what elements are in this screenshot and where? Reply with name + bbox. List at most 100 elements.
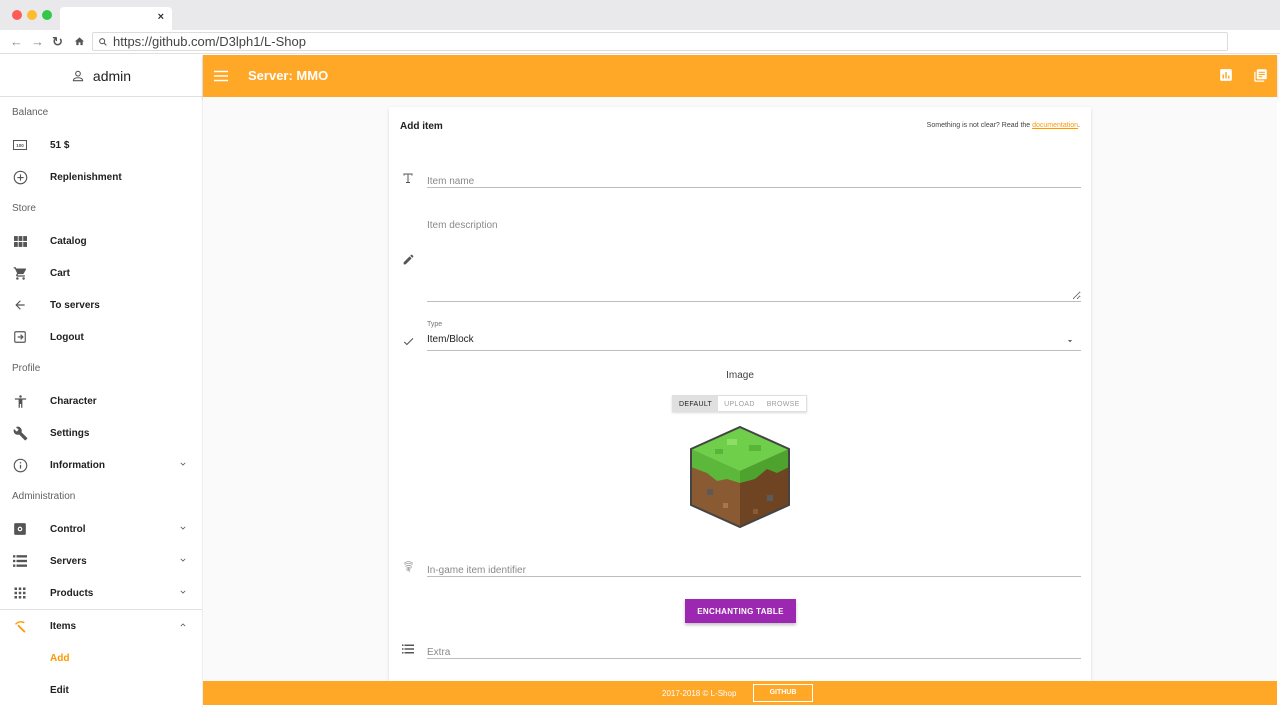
extra-field xyxy=(427,642,1081,659)
control-icon xyxy=(12,521,28,537)
chart-icon[interactable] xyxy=(1219,68,1233,87)
chevron-up-icon[interactable] xyxy=(178,620,188,633)
browser-toolbar: ← → ↻ https://github.com/D3lph1/L-Shop xyxy=(0,30,1280,54)
footer: 2017-2018 © L-Shop GITHUB xyxy=(203,681,1277,705)
add-circle-icon xyxy=(12,169,28,185)
main-content: Add item Something is not clear? Read th… xyxy=(203,97,1277,681)
type-underline xyxy=(427,350,1081,351)
sidebar-item-information[interactable]: Information xyxy=(0,449,202,481)
chevron-down-icon[interactable] xyxy=(178,523,188,536)
sidebar-item-items[interactable]: Items xyxy=(0,610,202,642)
back-icon[interactable]: ← xyxy=(10,34,23,49)
sidebar-item-label: Settings xyxy=(50,427,90,439)
sidebar-item-label: Servers xyxy=(50,555,87,567)
github-button[interactable]: GITHUB xyxy=(753,684,813,702)
accessibility-icon xyxy=(12,393,28,409)
item-identifier-field xyxy=(427,560,1081,577)
text-format-icon xyxy=(401,171,415,185)
wrench-icon xyxy=(12,425,28,441)
list-icon xyxy=(12,553,28,569)
documentation-link[interactable]: documentation xyxy=(1032,122,1078,129)
sidebar-item-edit[interactable]: Edit xyxy=(0,674,202,706)
check-icon xyxy=(401,334,415,348)
sidebar-item-control[interactable]: Control xyxy=(0,513,202,545)
sidebar-item-logout[interactable]: Logout xyxy=(0,321,202,353)
card-title: Add item xyxy=(400,121,443,132)
balance-amount: 51 $ xyxy=(50,139,70,151)
footer-copyright: 2017-2018 © L-Shop xyxy=(662,689,737,698)
sidebar-item-character[interactable]: Character xyxy=(0,385,202,417)
sidebar-user[interactable]: admin xyxy=(0,55,202,97)
grid-icon xyxy=(12,233,28,249)
item-name-field xyxy=(427,171,1081,188)
arrow-back-icon xyxy=(12,297,28,313)
sidebar-item-label: Logout xyxy=(50,331,84,343)
item-name-input[interactable] xyxy=(427,176,1081,187)
menu-icon[interactable] xyxy=(214,69,228,87)
sidebar-item-balance: 100 51 $ xyxy=(0,129,202,161)
item-image-preview xyxy=(687,423,793,536)
sidebar-item-replenishment[interactable]: Replenishment xyxy=(0,161,202,193)
list-lines-icon xyxy=(401,642,415,656)
apps-icon xyxy=(12,585,28,601)
address-bar[interactable]: https://github.com/D3lph1/L-Shop xyxy=(92,32,1228,51)
cart-icon xyxy=(12,265,28,281)
chevron-down-icon[interactable] xyxy=(178,555,188,568)
item-description-field xyxy=(427,220,1081,302)
tab-browse[interactable]: BROWSE xyxy=(761,396,806,411)
window-minimize-dot[interactable] xyxy=(27,10,37,20)
dropdown-arrow-icon[interactable] xyxy=(1065,333,1075,351)
add-item-card: Add item Something is not clear? Read th… xyxy=(389,107,1091,681)
sidebar-item-label: To servers xyxy=(50,299,100,311)
search-icon xyxy=(98,33,108,53)
pencil-icon xyxy=(401,252,415,266)
sidebar: admin Balance 100 51 $ Replenishment Sto… xyxy=(0,55,203,708)
chevron-down-icon[interactable] xyxy=(178,459,188,472)
window-close-dot[interactable] xyxy=(12,10,22,20)
sidebar-item-catalog[interactable]: Catalog xyxy=(0,225,202,257)
sidebar-item-label: Edit xyxy=(50,684,69,696)
browser-tabstrip: × xyxy=(0,0,1280,30)
help-text-prefix: Something is not clear? Read the xyxy=(926,122,1033,129)
sidebar-item-label: Character xyxy=(50,395,97,407)
chevron-down-icon[interactable] xyxy=(178,587,188,600)
type-label: Type xyxy=(427,321,443,328)
username: admin xyxy=(92,67,132,84)
sidebar-item-label: Items xyxy=(50,620,77,632)
sidebar-item-to-servers[interactable]: To servers xyxy=(0,289,202,321)
sidebar-item-label: Catalog xyxy=(50,235,87,247)
browser-tab[interactable]: × xyxy=(60,7,172,30)
home-icon[interactable] xyxy=(74,35,85,50)
sidebar-item-label: Products xyxy=(50,587,94,599)
sidebar-item-products[interactable]: Products xyxy=(0,577,202,609)
tab-upload[interactable]: UPLOAD xyxy=(718,396,761,411)
extra-input[interactable] xyxy=(427,647,1081,658)
library-books-icon[interactable] xyxy=(1253,68,1268,88)
top-app-bar: Server: MMO xyxy=(203,55,1277,97)
sidebar-item-label: Cart xyxy=(50,267,71,279)
money-icon: 100 xyxy=(12,137,28,153)
sidebar-item-add[interactable]: Add xyxy=(0,642,202,674)
page-title: Server: MMO xyxy=(248,68,329,83)
svg-text:100: 100 xyxy=(16,143,24,148)
forward-icon[interactable]: → xyxy=(31,34,44,49)
sidebar-item-servers[interactable]: Servers xyxy=(0,545,202,577)
user-icon xyxy=(72,70,84,81)
logout-icon xyxy=(12,329,28,345)
help-text: Something is not clear? Read the documen… xyxy=(927,122,1080,129)
item-description-input[interactable] xyxy=(427,220,1081,300)
enchanting-table-button[interactable]: ENCHANTING TABLE xyxy=(685,599,796,623)
sidebar-item-label: Add xyxy=(50,652,70,664)
image-label: Image xyxy=(726,370,754,381)
section-administration: Administration xyxy=(12,491,76,502)
tab-default[interactable]: DEFAULT xyxy=(673,396,719,411)
window-maximize-dot[interactable] xyxy=(42,10,52,20)
sidebar-item-settings[interactable]: Settings xyxy=(0,417,202,449)
sidebar-item-cart[interactable]: Cart xyxy=(0,257,202,289)
sidebar-item-label: Information xyxy=(50,459,105,471)
type-select-value[interactable]: Item/Block xyxy=(427,334,474,345)
item-identifier-input[interactable] xyxy=(427,565,1081,576)
reload-icon[interactable]: ↻ xyxy=(52,34,63,50)
tab-close-icon[interactable]: × xyxy=(158,11,164,23)
sidebar-item-label: Control xyxy=(50,523,86,535)
